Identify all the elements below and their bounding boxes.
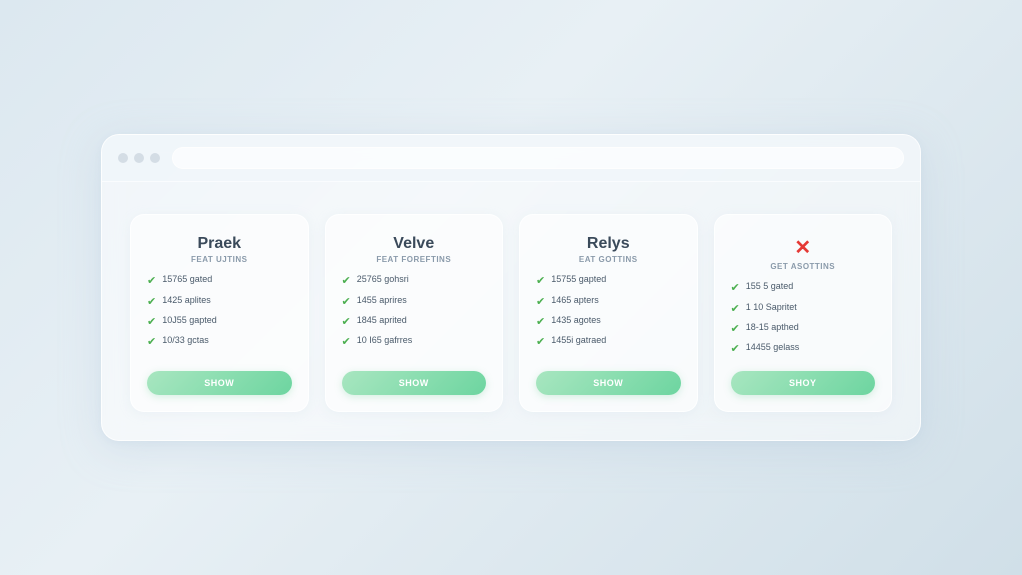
plan-subtitle-praek: FEAT UJTINS <box>147 255 292 264</box>
plan-header-fourth: ✕ GET ASOTTINS <box>731 235 876 271</box>
maximize-button-icon[interactable] <box>150 153 160 163</box>
plan-name-praek: Praek <box>147 235 292 253</box>
list-item: ✔ 1455i gatraed <box>536 335 681 349</box>
list-item: ✔ 155 5 gated <box>731 281 876 295</box>
list-item: ✔ 25765 gohsri <box>342 274 487 288</box>
browser-content: Praek FEAT UJTINS ✔ 15765 gated ✔ 1425 a… <box>102 182 920 439</box>
pricing-grid: Praek FEAT UJTINS ✔ 15765 gated ✔ 1425 a… <box>130 214 892 411</box>
plan-subtitle-relys: EAT GOTTINS <box>536 255 681 264</box>
list-item: ✔ 1435 agotes <box>536 315 681 329</box>
feature-list-velve: ✔ 25765 gohsri ✔ 1455 aprires ✔ 1845 apr… <box>342 274 487 356</box>
plan-name-relys: Relys <box>536 235 681 253</box>
list-item: ✔ 14455 gelass <box>731 342 876 356</box>
show-button-velve[interactable]: SHOW <box>342 371 487 395</box>
show-button-praek[interactable]: SHOW <box>147 371 292 395</box>
close-button-icon[interactable] <box>118 153 128 163</box>
plan-subtitle-velve: FEAT FOREFTINS <box>342 255 487 264</box>
check-icon: ✔ <box>536 315 545 329</box>
list-item: ✔ 1465 apters <box>536 295 681 309</box>
plan-card-fourth: ✕ GET ASOTTINS ✔ 155 5 gated ✔ 1 10 Sapr… <box>714 214 893 411</box>
feature-list-praek: ✔ 15765 gated ✔ 1425 aplites ✔ 10J55 gap… <box>147 274 292 356</box>
list-item: ✔ 18-15 apthed <box>731 322 876 336</box>
list-item: ✔ 1 10 Sapritet <box>731 302 876 316</box>
check-icon: ✔ <box>731 302 740 316</box>
plan-name-velve: Velve <box>342 235 487 253</box>
plan-card-relys: Relys EAT GOTTINS ✔ 15755 gapted ✔ 1465 … <box>519 214 698 411</box>
check-icon: ✔ <box>536 335 545 349</box>
check-icon: ✔ <box>731 322 740 336</box>
plan-card-praek: Praek FEAT UJTINS ✔ 15765 gated ✔ 1425 a… <box>130 214 309 411</box>
check-icon: ✔ <box>342 315 351 329</box>
traffic-lights <box>118 153 160 163</box>
show-button-relys[interactable]: SHOW <box>536 371 681 395</box>
list-item: ✔ 10J55 gapted <box>147 315 292 329</box>
check-icon: ✔ <box>147 315 156 329</box>
list-item: ✔ 1425 aplites <box>147 295 292 309</box>
check-icon: ✔ <box>536 295 545 309</box>
list-item: ✔ 1455 aprires <box>342 295 487 309</box>
list-item: ✔ 1845 aprited <box>342 315 487 329</box>
check-icon: ✔ <box>731 342 740 356</box>
list-item: ✔ 15765 gated <box>147 274 292 288</box>
address-bar[interactable] <box>172 147 904 169</box>
browser-chrome <box>102 135 920 182</box>
check-icon: ✔ <box>147 274 156 288</box>
feature-list-fourth: ✔ 155 5 gated ✔ 1 10 Sapritet ✔ 18-15 ap… <box>731 281 876 356</box>
show-button-fourth[interactable]: SHOY <box>731 371 876 395</box>
list-item: ✔ 15755 gapted <box>536 274 681 288</box>
check-icon: ✔ <box>342 335 351 349</box>
x-icon: ✕ <box>731 235 876 260</box>
minimize-button-icon[interactable] <box>134 153 144 163</box>
list-item: ✔ 10 I65 gafrres <box>342 335 487 349</box>
check-icon: ✔ <box>342 295 351 309</box>
plan-card-velve: Velve FEAT FOREFTINS ✔ 25765 gohsri ✔ 14… <box>325 214 504 411</box>
check-icon: ✔ <box>731 281 740 295</box>
plan-header-relys: Relys EAT GOTTINS <box>536 235 681 264</box>
browser-window: Praek FEAT UJTINS ✔ 15765 gated ✔ 1425 a… <box>101 134 921 440</box>
plan-subtitle-fourth: GET ASOTTINS <box>731 262 876 271</box>
list-item: ✔ 10/33 gctas <box>147 335 292 349</box>
plan-header-praek: Praek FEAT UJTINS <box>147 235 292 264</box>
check-icon: ✔ <box>536 274 545 288</box>
check-icon: ✔ <box>147 295 156 309</box>
check-icon: ✔ <box>147 335 156 349</box>
plan-header-velve: Velve FEAT FOREFTINS <box>342 235 487 264</box>
check-icon: ✔ <box>342 274 351 288</box>
feature-list-relys: ✔ 15755 gapted ✔ 1465 apters ✔ 1435 agot… <box>536 274 681 356</box>
